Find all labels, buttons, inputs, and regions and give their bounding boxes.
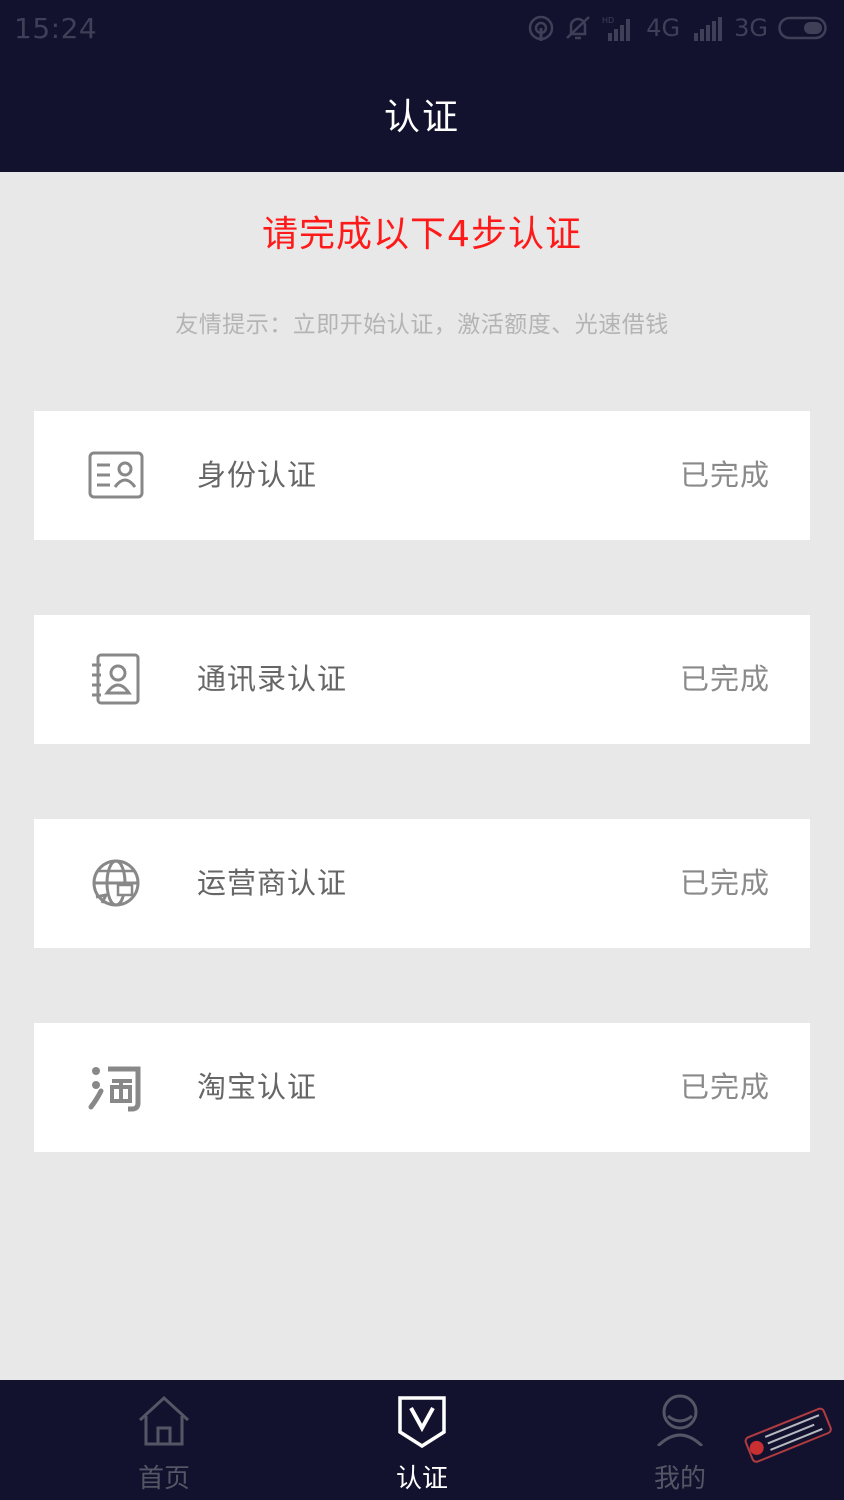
user-icon (656, 1394, 704, 1446)
step-status: 已完成 (679, 1070, 770, 1104)
taobao-icon (88, 1066, 141, 1112)
steps-heading: 请完成以下4步认证 (262, 214, 582, 255)
step-label: 淘宝认证 (197, 1070, 318, 1104)
status-bar: 15:24 HD 4G 3G (0, 0, 844, 56)
app-header: 认证 (0, 56, 844, 172)
page-title: 认证 (383, 97, 460, 138)
step-status: 已完成 (679, 458, 770, 492)
step-status: 已完成 (679, 866, 770, 900)
step-card-contacts[interactable]: 通讯录认证 已完成 (34, 615, 810, 744)
operator-globe-icon (92, 859, 140, 907)
mute-icon (566, 16, 591, 40)
signal-icon (694, 17, 723, 41)
step-card-identity[interactable]: 身份认证 已完成 (34, 411, 810, 540)
battery-icon (778, 16, 827, 40)
step-card-taobao[interactable]: 淘宝认证 已完成 (34, 1023, 810, 1152)
tab-verify[interactable]: 认证 (352, 1380, 492, 1500)
status-icons: HD 4G 3G (528, 14, 830, 42)
tab-label: 首页 (137, 1464, 190, 1494)
step-label: 身份认证 (197, 458, 318, 492)
friendly-tip: 友情提示：立即开始认证，激活额度、光速借钱 (175, 312, 669, 338)
status-time: 15:24 (14, 11, 98, 45)
id-card-icon (88, 451, 144, 499)
svg-text:HD: HD (602, 16, 614, 25)
tab-home[interactable]: 首页 (94, 1380, 234, 1500)
tab-label: 认证 (395, 1464, 448, 1494)
shield-v-icon (398, 1396, 446, 1448)
step-label: 通讯录认证 (197, 662, 348, 696)
step-status: 已完成 (679, 662, 770, 696)
hotspot-icon (529, 15, 554, 41)
network-type-2: 3G (734, 14, 768, 42)
step-label: 运营商认证 (197, 866, 348, 900)
network-type-1: 4G (646, 14, 681, 42)
tab-label: 我的 (653, 1464, 706, 1494)
watermark-logo (744, 1407, 832, 1463)
home-icon (138, 1395, 190, 1446)
contacts-icon (92, 653, 140, 705)
tab-mine[interactable]: 我的 (610, 1380, 750, 1500)
step-card-operator[interactable]: 运营商认证 已完成 (34, 819, 810, 948)
signal-icon: HD (602, 16, 631, 41)
bottom-tab-bar: 首页 认证 我的 (0, 1380, 844, 1500)
